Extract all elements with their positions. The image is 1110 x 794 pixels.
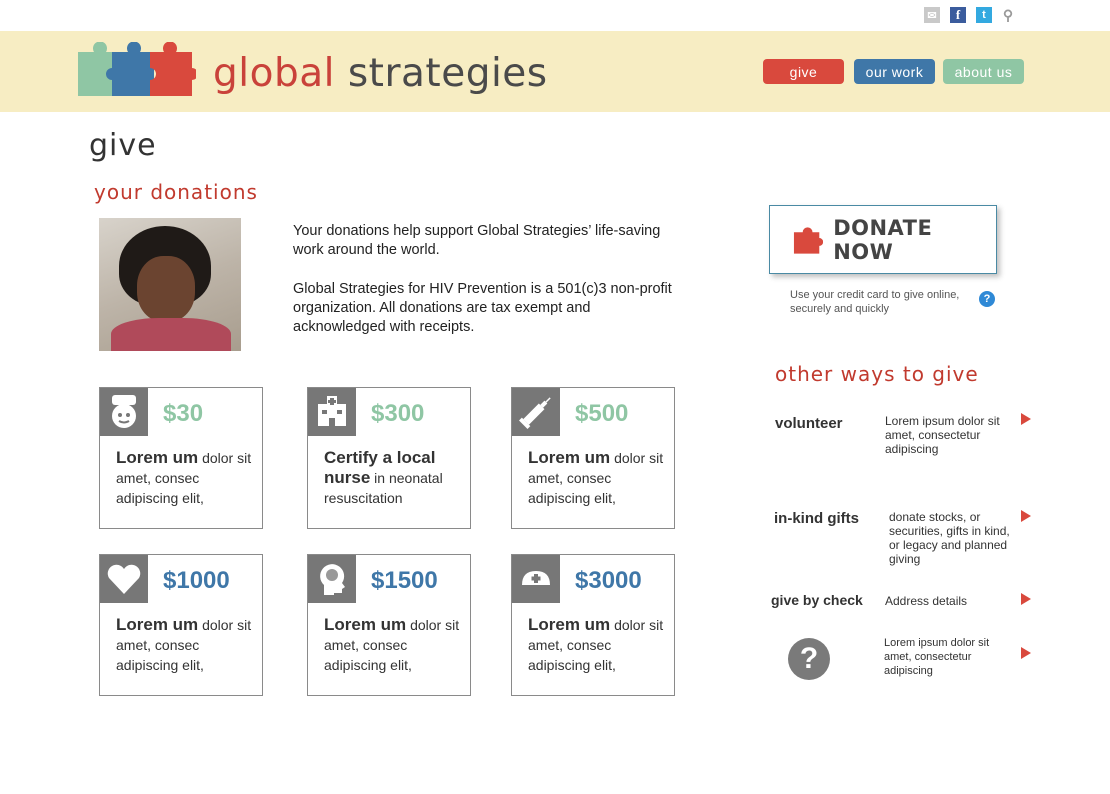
donate-now-button[interactable]: DONATE NOW: [769, 205, 997, 274]
donation-card-500[interactable]: $500 Lorem um dolor sit amet, consec adi…: [511, 387, 675, 529]
way-desc-in-kind: donate stocks, or securities, gifts in k…: [889, 510, 1010, 566]
donation-description: Lorem um dolor sit amet, consec adipisci…: [324, 615, 460, 673]
nurse-cap-icon: [512, 555, 560, 603]
donation-amount: $3000: [575, 567, 642, 594]
donation-card-30[interactable]: $30 Lorem um dolor sit amet, consec adip…: [99, 387, 263, 529]
donation-amount: $30: [163, 400, 204, 427]
credit-card-note: Use your credit card to give online, sec…: [790, 289, 960, 315]
arrow-right-icon[interactable]: [1021, 413, 1031, 425]
way-desc-check: Address details: [885, 594, 968, 608]
donation-amount: $1500: [371, 567, 438, 594]
syringe-icon: [512, 388, 560, 436]
arrow-right-icon[interactable]: [1021, 593, 1031, 605]
site-header: global strategies give our work about us: [0, 31, 1110, 112]
intro-paragraph-2: Global Strategies for HIV Prevention is …: [293, 281, 672, 335]
donation-card-1000[interactable]: $1000 Lorem um dolor sit amet, consec ad…: [99, 554, 263, 696]
nav-our-work[interactable]: our work: [854, 59, 935, 84]
help-icon[interactable]: ?: [979, 291, 995, 307]
donate-now-label: DONATE NOW: [833, 215, 933, 264]
mail-icon[interactable]: ✉: [924, 7, 940, 23]
donation-description: Lorem um dolor sit amet, consec adipisci…: [528, 615, 664, 673]
logo-word-global: global: [213, 51, 335, 96]
way-desc-volunteer: Lorem ipsum dolor sit amet, consectetur …: [885, 414, 1000, 456]
puzzle-logo-icon[interactable]: [76, 42, 196, 96]
donation-amount: $500: [575, 400, 629, 427]
question-icon[interactable]: ?: [788, 638, 830, 680]
head-profile-icon: [308, 555, 356, 603]
donations-heading: your donations: [94, 180, 258, 204]
heart-icon: [100, 555, 148, 603]
way-title-check[interactable]: give by check: [771, 592, 863, 608]
donation-card-3000[interactable]: $3000 Lorem um dolor sit amet, consec ad…: [511, 554, 675, 696]
logo-word-strategies: strategies: [347, 51, 548, 96]
donation-amount: $1000: [163, 567, 230, 594]
arrow-right-icon[interactable]: [1021, 510, 1031, 522]
utility-bar: ✉ f t ⚲: [0, 0, 1110, 31]
nav-about-us[interactable]: about us: [943, 59, 1024, 84]
way-title-volunteer[interactable]: volunteer: [775, 415, 843, 432]
nurse-icon: [100, 388, 148, 436]
child-photo: [99, 218, 241, 351]
donation-description: Certify a local nurse in neonatal resusc…: [324, 448, 443, 506]
donation-description: Lorem um dolor sit amet, consec adipisci…: [528, 448, 664, 506]
donation-description: Lorem um dolor sit amet, consec adipisci…: [116, 615, 252, 673]
search-icon[interactable]: ⚲: [1000, 7, 1016, 23]
intro-paragraph-1: Your donations help support Global Strat…: [293, 223, 661, 258]
donation-amount: $300: [371, 400, 425, 427]
other-ways-heading: other ways to give: [775, 362, 979, 386]
donation-card-300[interactable]: $300 Certify a local nurse in neonatal r…: [307, 387, 471, 529]
nav-give[interactable]: give: [763, 59, 844, 84]
twitter-icon[interactable]: t: [976, 7, 992, 23]
donation-description: Lorem um dolor sit amet, consec adipisci…: [116, 448, 252, 506]
hospital-icon: [308, 388, 356, 436]
way-title-in-kind[interactable]: in-kind gifts: [774, 510, 859, 527]
site-logo-text[interactable]: global strategies: [213, 51, 548, 96]
way-desc-other: Lorem ipsum dolor sit amet, consectetur …: [884, 637, 990, 677]
puzzle-piece-icon: [793, 226, 824, 254]
donation-card-1500[interactable]: $1500 Lorem um dolor sit amet, consec ad…: [307, 554, 471, 696]
arrow-right-icon[interactable]: [1021, 647, 1031, 659]
facebook-icon[interactable]: f: [950, 7, 966, 23]
page-title: give: [89, 128, 157, 163]
